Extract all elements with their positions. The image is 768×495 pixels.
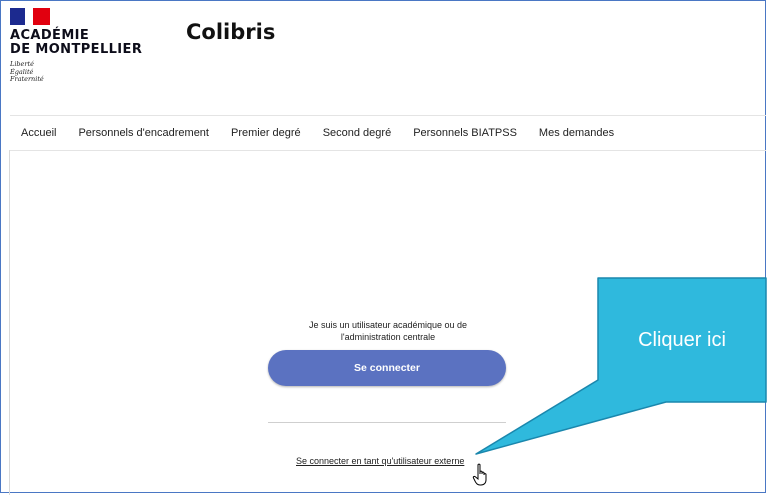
nav-item-mes-demandes[interactable]: Mes demandes (539, 127, 614, 139)
main-nav: Accueil Personnels d'encadrement Premier… (10, 116, 766, 150)
external-user-login-link[interactable]: Se connecter en tant qu'utilisateur exte… (296, 456, 464, 466)
nav-divider (10, 150, 766, 151)
hand-pointer-icon (472, 463, 487, 486)
nav-item-premier-degre[interactable]: Premier degré (231, 127, 301, 139)
site-header: ACADÉMIE DE MONTPELLIER Liberté Égalité … (0, 0, 768, 115)
content-border (9, 150, 10, 495)
app-title[interactable]: Colibris (186, 20, 275, 44)
callout-label: Cliquer ici (638, 328, 726, 351)
logo-line1: ACADÉMIE (10, 28, 90, 43)
logo-motto: Liberté Égalité Fraternité (10, 60, 142, 84)
nav-item-second-degre[interactable]: Second degré (323, 127, 392, 139)
academy-logo[interactable]: ACADÉMIE DE MONTPELLIER Liberté Égalité … (10, 8, 142, 84)
nav-item-personnels-biatpss[interactable]: Personnels BIATPSS (413, 127, 517, 139)
login-button[interactable]: Se connecter (268, 350, 506, 386)
nav-item-personnels-encadrement[interactable]: Personnels d'encadrement (78, 127, 209, 139)
flag-icon (10, 8, 50, 25)
nav-item-accueil[interactable]: Accueil (21, 127, 56, 139)
motto-line: Fraternité (10, 75, 44, 83)
logo-line2: DE MONTPELLIER (10, 42, 143, 57)
login-intro-text: Je suis un utilisateur académique ou de … (308, 320, 468, 342)
login-separator (268, 422, 506, 423)
